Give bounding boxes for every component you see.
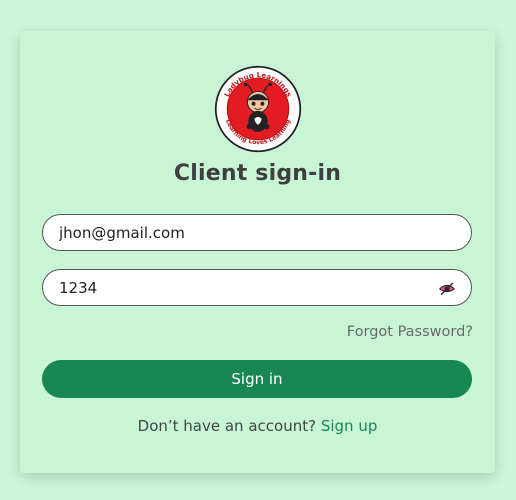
password-field[interactable]	[42, 269, 472, 306]
email-field[interactable]	[42, 214, 472, 251]
eye-slash-icon[interactable]	[438, 279, 456, 297]
forgot-password-link[interactable]: Forgot Password?	[347, 324, 473, 340]
signup-link[interactable]: Sign up	[321, 417, 378, 435]
ladybug-logo: Ladybug Learnings Learning Loves Learnin…	[214, 65, 302, 153]
signup-row: Don’t have an account? Sign up	[20, 417, 495, 435]
signup-prompt: Don’t have an account?	[137, 417, 317, 435]
signin-button[interactable]: Sign in	[42, 360, 472, 398]
page-title: Client sign-in	[173, 161, 342, 186]
signin-card: Ladybug Learnings Learning Loves Learnin…	[20, 31, 495, 473]
